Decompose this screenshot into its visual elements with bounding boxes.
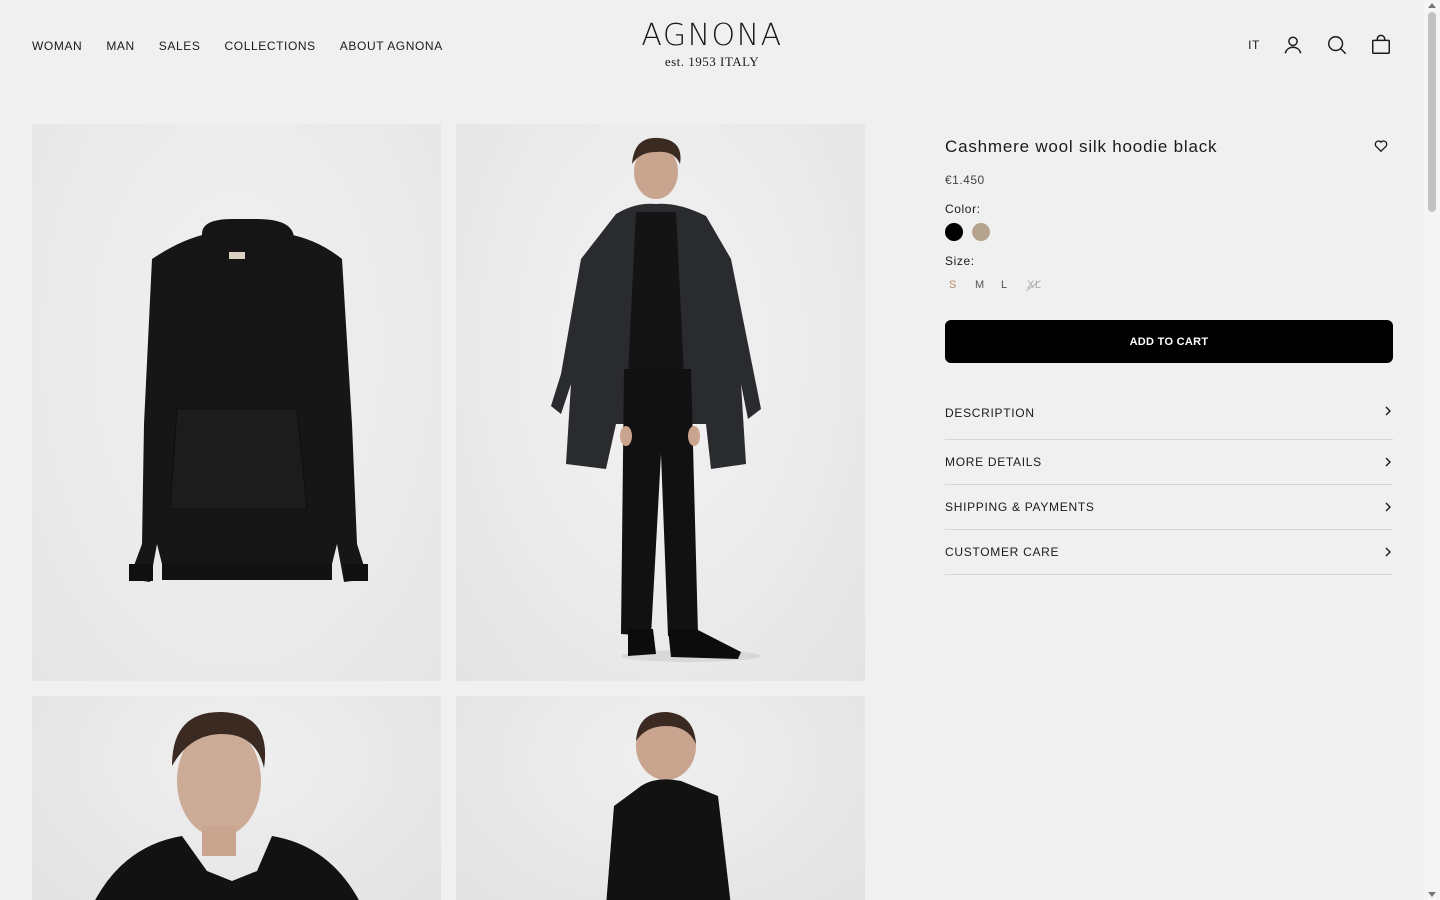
- chevron-right-icon: [1385, 457, 1391, 467]
- main-nav: WOMAN MAN SALES COLLECTIONS ABOUT AGNONA: [32, 39, 443, 53]
- product-price: €1.450: [945, 173, 985, 187]
- nav-man[interactable]: MAN: [106, 39, 134, 53]
- scroll-thumb[interactable]: [1428, 12, 1436, 212]
- scroll-up-arrow-icon[interactable]: [1428, 3, 1436, 8]
- model-side-illustration: [606, 712, 731, 900]
- nav-collections[interactable]: COLLECTIONS: [225, 39, 316, 53]
- chevron-right-icon: [1385, 406, 1391, 416]
- size-label: Size:: [945, 254, 975, 268]
- product-image-model-side[interactable]: [456, 696, 865, 900]
- product-image-model-portrait[interactable]: [32, 696, 441, 900]
- logo-wordmark: AGNONA: [641, 18, 783, 53]
- logo-tagline: est. 1953 ITALY: [664, 54, 760, 69]
- size-selector: S M L XL: [945, 279, 1393, 291]
- search-icon[interactable]: [1326, 34, 1348, 56]
- size-option-xl[interactable]: XL: [1023, 279, 1049, 291]
- accordion-label: SHIPPING & PAYMENTS: [945, 500, 1095, 514]
- add-to-cart-button[interactable]: ADD TO CART: [945, 320, 1393, 363]
- accordion-more-details[interactable]: MORE DETAILS: [945, 440, 1393, 485]
- hoodie-illustration: [129, 219, 368, 582]
- product-image-model-full[interactable]: [456, 124, 865, 681]
- product-details-panel: Cashmere wool silk hoodie black €1.450 C…: [945, 124, 1393, 575]
- scroll-down-arrow-icon[interactable]: [1428, 892, 1436, 897]
- color-label: Color:: [945, 202, 981, 216]
- color-swatch-beige[interactable]: [972, 223, 990, 241]
- brand-logo[interactable]: AGNONA est. 1953 ITALY: [612, 20, 812, 70]
- nav-sales[interactable]: SALES: [159, 39, 201, 53]
- product-info-accordion: DESCRIPTION MORE DETAILS SHIPPING & PAYM…: [945, 396, 1393, 575]
- product-image-flat[interactable]: [32, 124, 441, 681]
- model-full-illustration: [551, 137, 761, 662]
- header-actions: IT: [1248, 34, 1392, 56]
- nav-woman[interactable]: WOMAN: [32, 39, 82, 53]
- accordion-description[interactable]: DESCRIPTION: [945, 396, 1393, 440]
- accordion-label: MORE DETAILS: [945, 455, 1042, 469]
- accordion-customer-care[interactable]: CUSTOMER CARE: [945, 530, 1393, 575]
- shopping-bag-icon[interactable]: [1370, 34, 1392, 56]
- size-option-m[interactable]: M: [971, 279, 997, 291]
- size-option-l[interactable]: L: [997, 279, 1023, 291]
- color-swatch-black[interactable]: [945, 223, 963, 241]
- heart-icon[interactable]: [1374, 139, 1388, 153]
- chevron-right-icon: [1385, 547, 1391, 557]
- product-title: Cashmere wool silk hoodie black: [945, 137, 1218, 156]
- color-swatches: [945, 223, 1393, 241]
- size-option-s[interactable]: S: [945, 279, 971, 291]
- language-switcher[interactable]: IT: [1248, 38, 1260, 52]
- nav-about[interactable]: ABOUT AGNONA: [340, 39, 443, 53]
- page-scrollbar[interactable]: [1424, 0, 1440, 900]
- accordion-label: DESCRIPTION: [945, 406, 1035, 420]
- accordion-shipping-payments[interactable]: SHIPPING & PAYMENTS: [945, 485, 1393, 530]
- site-header: WOMAN MAN SALES COLLECTIONS ABOUT AGNONA…: [0, 0, 1424, 90]
- chevron-right-icon: [1385, 502, 1391, 512]
- account-icon[interactable]: [1282, 34, 1304, 56]
- model-portrait-illustration: [95, 711, 359, 900]
- accordion-label: CUSTOMER CARE: [945, 545, 1060, 559]
